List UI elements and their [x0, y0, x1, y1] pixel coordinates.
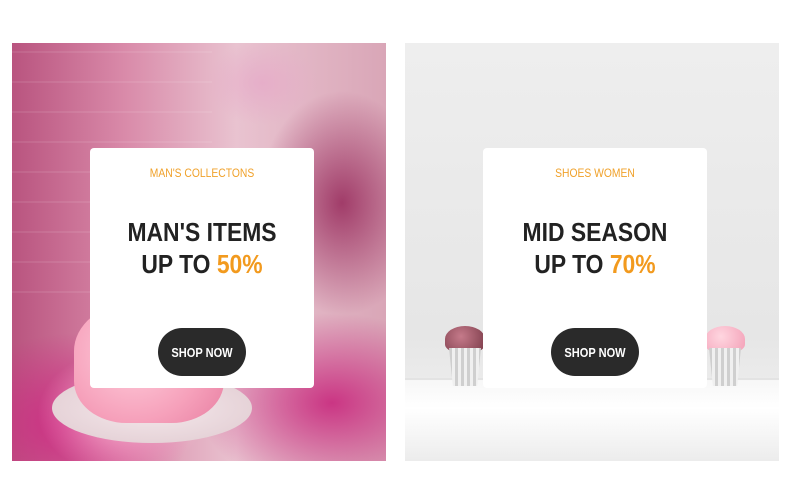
promo-headline-line2: UP TO 70% — [496, 248, 693, 280]
promo-headline: MAN'S ITEMS UP TO 50% — [103, 216, 300, 280]
promo-eyebrow: MAN'S COLLECTONS — [149, 166, 255, 180]
promo-card: MAN'S COLLECTONS MAN'S ITEMS UP TO 50% S… — [90, 148, 314, 388]
cupcake-image — [705, 326, 745, 386]
shop-now-button[interactable]: SHOP NOW — [158, 328, 246, 376]
promo-headline-prefix: UP TO — [534, 249, 610, 279]
shop-now-button[interactable]: SHOP NOW — [551, 328, 639, 376]
shop-now-label: SHOP NOW — [564, 344, 626, 360]
promo-discount-percent: 70% — [609, 249, 656, 279]
promo-banner-women[interactable]: SHOES WOMEN MID SEASON UP TO 70% SHOP NO… — [405, 43, 779, 461]
promo-headline: MID SEASON UP TO 70% — [496, 216, 693, 280]
promo-headline-line1: MID SEASON — [522, 217, 668, 247]
shop-now-label: SHOP NOW — [171, 344, 233, 360]
promo-discount-percent: 50% — [216, 249, 263, 279]
promo-headline-line1: MAN'S ITEMS — [127, 217, 277, 247]
promo-eyebrow: SHOES WOMEN — [555, 166, 635, 180]
promo-banner-mens[interactable]: MAN'S COLLECTONS MAN'S ITEMS UP TO 50% S… — [12, 43, 386, 461]
promo-card: SHOES WOMEN MID SEASON UP TO 70% SHOP NO… — [483, 148, 707, 388]
shelf-image — [405, 378, 779, 461]
cupcake-image — [445, 326, 485, 386]
promo-headline-line2: UP TO 50% — [103, 248, 300, 280]
promo-headline-prefix: UP TO — [141, 249, 217, 279]
